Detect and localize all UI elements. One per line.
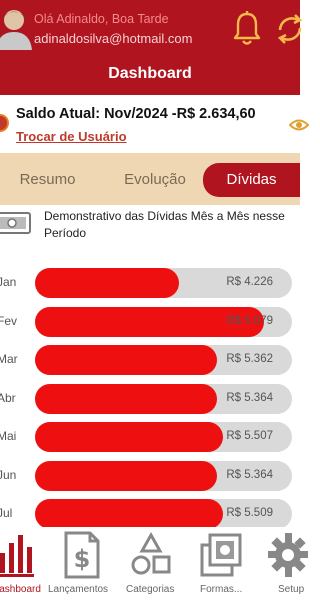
month-label: Jun bbox=[0, 467, 17, 482]
month-row: Fev R$ 5.079 bbox=[0, 306, 300, 337]
tab-evolucao[interactable]: Evolução bbox=[110, 163, 200, 197]
current-balance: Saldo Atual: Nov/2024 -R$ 2.634,60 bbox=[16, 106, 256, 122]
bell-icon[interactable] bbox=[232, 10, 262, 46]
bar-value: R$ 5.509 bbox=[226, 507, 273, 519]
user-email: adinaldosilva@hotmail.com bbox=[34, 31, 193, 46]
tab-bar: Resumo Evolução Dívidas bbox=[0, 153, 300, 205]
month-label: Fev bbox=[0, 313, 18, 328]
coin-icon bbox=[0, 114, 9, 132]
bar-fill bbox=[35, 422, 223, 452]
nav-label: Formas... bbox=[200, 584, 243, 595]
bottom-nav: Dashboard $ Lançamentos Categorias Forma… bbox=[0, 527, 308, 600]
month-label: Jan bbox=[0, 275, 17, 289]
money-stack-icon bbox=[200, 533, 242, 577]
bar-value: R$ 4.226 bbox=[226, 276, 273, 288]
app-header: Olá Adinaldo, Boa Tarde adinaldosilva@ho… bbox=[0, 0, 303, 95]
section-title: Demonstrativo das Dívidas Mês a Mês ness… bbox=[44, 209, 285, 240]
money-bill-icon bbox=[0, 212, 31, 234]
month-label: Mai bbox=[0, 429, 17, 443]
bar-value: R$ 5.364 bbox=[226, 468, 273, 481]
eye-icon[interactable] bbox=[289, 116, 309, 134]
sync-icon[interactable] bbox=[276, 10, 306, 48]
bar-fill bbox=[35, 383, 217, 414]
gear-icon bbox=[268, 533, 308, 577]
nav-label: Categorias bbox=[126, 584, 175, 595]
avatar[interactable] bbox=[0, 6, 32, 50]
nav-dashboard[interactable]: Dashboard bbox=[0, 527, 52, 600]
month-row: Jul R$ 5.509 bbox=[0, 499, 300, 529]
bar-value: R$ 5.507 bbox=[226, 430, 273, 442]
balance-bar: Saldo Atual: Nov/2024 -R$ 2.634,60 Troca… bbox=[0, 95, 300, 153]
month-label: Jul bbox=[0, 506, 13, 520]
tab-resumo[interactable]: Resumo bbox=[0, 163, 95, 197]
bar-value: R$ 5.362 bbox=[226, 353, 273, 365]
nav-label: Setup bbox=[278, 584, 305, 595]
nav-formas[interactable]: Formas... bbox=[196, 527, 252, 600]
greeting-text: Olá Adinaldo, Boa Tarde bbox=[34, 12, 169, 26]
dollar-document-icon: $ bbox=[64, 531, 100, 579]
nav-categorias[interactable]: Categorias bbox=[122, 527, 184, 600]
month-row: Jun R$ 5.364 bbox=[0, 460, 300, 491]
nav-label: Dashboard bbox=[0, 584, 41, 595]
switch-user-link[interactable]: Trocar de Usuário bbox=[16, 129, 127, 144]
svg-text:$: $ bbox=[74, 545, 91, 573]
month-row: Jan R$ 4.226 bbox=[0, 268, 300, 298]
month-row: Mar R$ 5.362 bbox=[0, 345, 300, 375]
nav-label: Lançamentos bbox=[48, 584, 109, 595]
tab-dividas[interactable]: Dívidas bbox=[203, 163, 300, 197]
shapes-icon bbox=[131, 531, 171, 575]
bar-fill bbox=[35, 268, 179, 298]
bar-chart-icon bbox=[0, 535, 34, 577]
nav-setup[interactable]: Setup bbox=[262, 527, 308, 600]
month-row: Abr R$ 5.364 bbox=[0, 383, 300, 414]
page-title: Dashboard bbox=[108, 65, 192, 82]
month-row: Mai R$ 5.507 bbox=[0, 422, 300, 452]
bar-fill bbox=[35, 345, 217, 375]
bar-fill bbox=[35, 460, 217, 491]
bar-fill bbox=[35, 499, 223, 529]
month-label: Abr bbox=[0, 390, 16, 405]
bar-value: R$ 5.364 bbox=[226, 391, 273, 404]
bar-value: R$ 5.079 bbox=[226, 314, 273, 327]
nav-lancamentos[interactable]: $ Lançamentos bbox=[48, 527, 116, 600]
month-label: Mar bbox=[0, 352, 18, 366]
